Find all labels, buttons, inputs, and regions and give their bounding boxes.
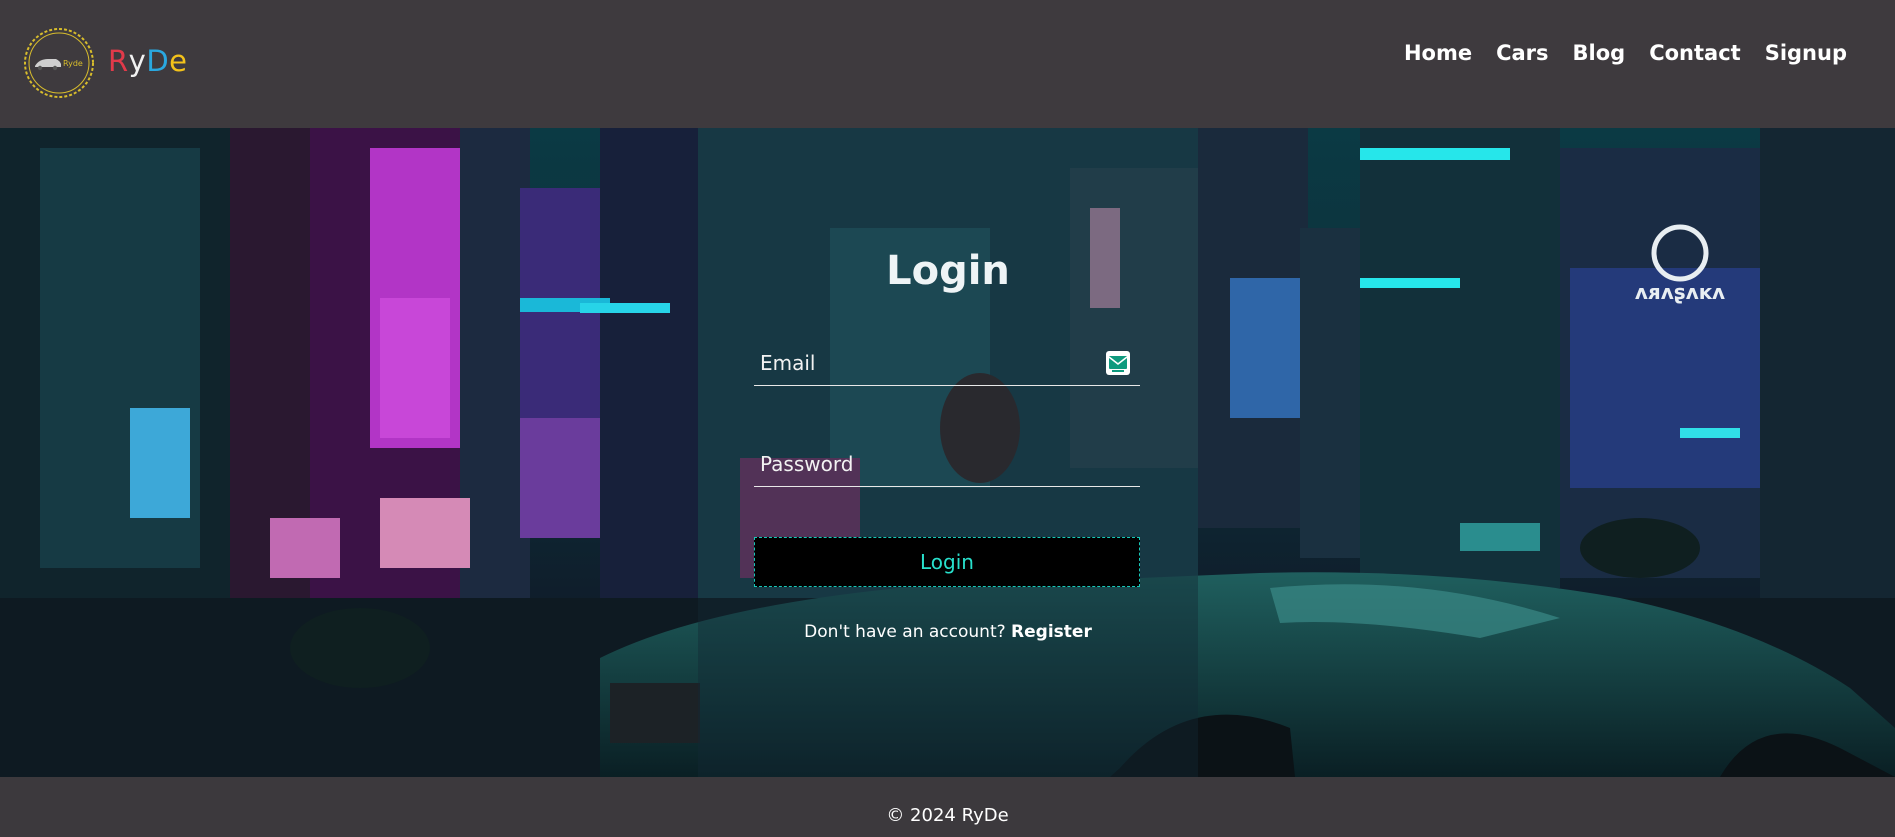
site-header: Ryde RyDe Home Cars Blog Contact Signup	[0, 0, 1895, 128]
nav-link-contact[interactable]: Contact	[1649, 40, 1741, 66]
svg-text:Ryde: Ryde	[63, 59, 83, 68]
nav-link-signup[interactable]: Signup	[1765, 40, 1847, 66]
login-button[interactable]: Login	[754, 537, 1140, 587]
brand-letter: D	[146, 44, 170, 78]
nav-link-cars[interactable]: Cars	[1496, 40, 1548, 66]
nav-link-blog[interactable]: Blog	[1573, 40, 1626, 66]
register-prompt: Don't have an account? Register	[698, 622, 1198, 642]
email-input[interactable]	[760, 342, 1100, 384]
login-title: Login	[886, 248, 1010, 294]
nav-link-home[interactable]: Home	[1404, 40, 1472, 66]
password-field-wrapper	[754, 443, 1140, 487]
email-field-wrapper	[754, 342, 1140, 386]
site-footer: © 2024 RyDe	[0, 777, 1895, 837]
brand-letter: R	[108, 44, 129, 78]
register-link[interactable]: Register	[1011, 622, 1092, 642]
brand-letter: y	[128, 44, 147, 78]
svg-text:ᴧᴙᴧʂᴧᴋᴧ: ᴧᴙᴧʂᴧᴋᴧ	[1635, 280, 1725, 304]
brand-letter: e	[169, 44, 188, 78]
envelope-icon	[1106, 351, 1130, 375]
password-input[interactable]	[760, 443, 1100, 485]
login-hero: ᴧᴙᴧʂᴧᴋᴧ Login Login Don	[0, 128, 1895, 777]
brand-name[interactable]: RyDe	[108, 44, 188, 78]
no-account-text: Don't have an account?	[804, 622, 1006, 642]
ryde-logo-badge[interactable]: Ryde	[22, 26, 96, 100]
main-nav: Home Cars Blog Contact Signup	[1380, 40, 1847, 66]
copyright-text: © 2024 RyDe	[886, 805, 1009, 826]
